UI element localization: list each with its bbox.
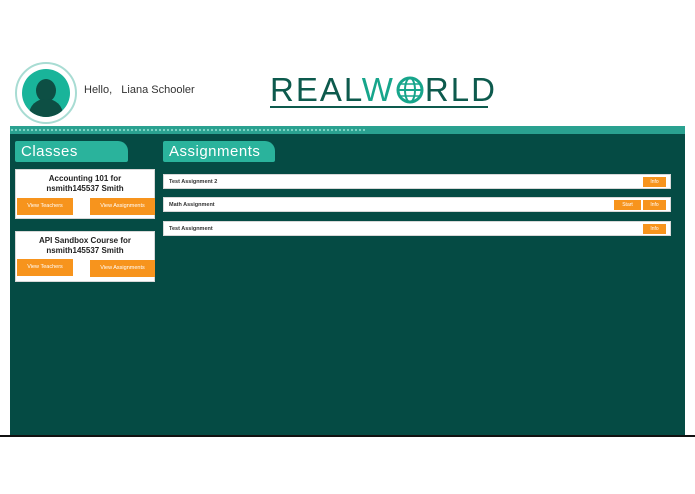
info-button[interactable]: Info <box>643 200 666 210</box>
assignments-heading: Assignments <box>163 141 275 162</box>
view-assignments-button[interactable]: View Assignments <box>90 198 155 215</box>
class-name: Accounting 101 for nsmith145537 Smith <box>46 174 124 193</box>
assignment-name: Test Assignment <box>169 226 213 232</box>
view-teachers-button[interactable]: View Teachers <box>17 198 73 215</box>
logo-underline <box>270 106 488 108</box>
bottom-divider <box>0 435 695 437</box>
assignment-name: Math Assignment <box>169 202 215 208</box>
classes-heading: Classes <box>15 141 128 162</box>
person-icon <box>22 69 70 117</box>
user-greeting: Hello, Liana Schooler <box>84 84 195 96</box>
realworld-logo: REALW RLD <box>270 71 497 108</box>
view-assignments-button[interactable]: View Assignments <box>90 260 155 277</box>
user-avatar[interactable] <box>15 62 77 124</box>
assignment-name: Test Assignment 2 <box>169 179 218 185</box>
panel-dot-pattern <box>10 128 365 132</box>
assignment-row[interactable]: Test Assignment Info <box>163 221 671 236</box>
class-card: API Sandbox Course for nsmith145537 Smit… <box>15 231 155 282</box>
start-button[interactable]: Start <box>614 200 641 210</box>
globe-icon <box>396 76 424 104</box>
panel-top-strip <box>10 126 685 134</box>
class-name: API Sandbox Course for nsmith145537 Smit… <box>38 236 131 255</box>
info-button[interactable]: Info <box>643 224 666 234</box>
assignment-row[interactable]: Test Assignment 2 Info <box>163 174 671 189</box>
class-card: Accounting 101 for nsmith145537 Smith Vi… <box>15 169 155 219</box>
info-button[interactable]: Info <box>643 177 666 187</box>
view-teachers-button[interactable]: View Teachers <box>17 259 73 276</box>
assignment-row[interactable]: Math Assignment Start Info <box>163 197 671 212</box>
